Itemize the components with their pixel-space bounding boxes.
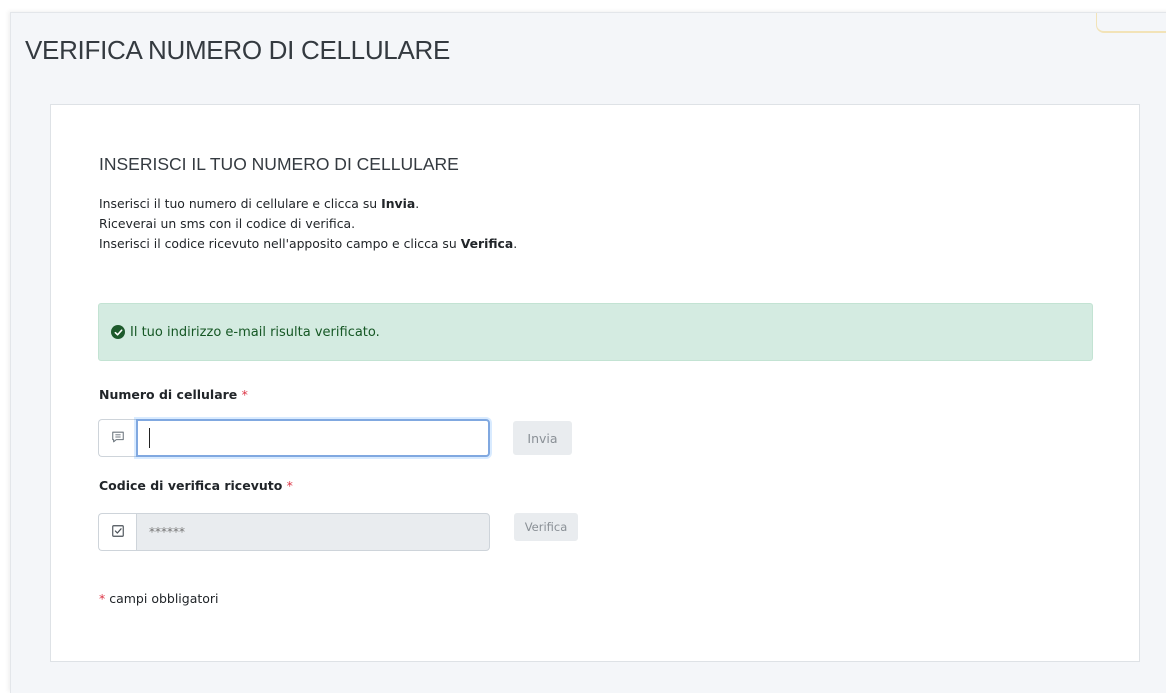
instruction-line-3: Inserisci il codice ricevuto nell'apposi… — [99, 234, 517, 254]
instruction-bold-verify: Verifica — [460, 236, 514, 251]
phone-label: Numero di cellulare * — [99, 387, 248, 402]
phone-addon — [98, 419, 136, 457]
instruction-period: . — [513, 236, 518, 251]
alert-message: Il tuo indirizzo e-mail risulta verifica… — [130, 324, 380, 340]
instruction-period: . — [415, 196, 420, 211]
instruction-text: Inserisci il tuo numero di cellulare e c… — [99, 196, 382, 211]
required-asterisk: * — [241, 387, 248, 402]
code-label: Codice di verifica ricevuto * — [99, 478, 293, 493]
instructions: Inserisci il tuo numero di cellulare e c… — [99, 194, 517, 254]
verification-card: INSERISCI IL TUO NUMERO DI CELLULARE Ins… — [50, 104, 1140, 662]
instruction-line-2: Riceverai un sms con il codice di verifi… — [99, 216, 356, 231]
code-input-group — [98, 513, 490, 551]
instruction-text: Inserisci il codice ricevuto nell'apposi… — [99, 236, 461, 251]
send-button[interactable]: Invia — [513, 421, 572, 455]
code-addon — [98, 513, 136, 551]
code-label-text: Codice di verifica ricevuto — [99, 478, 283, 493]
section-title: INSERISCI IL TUO NUMERO DI CELLULARE — [99, 154, 459, 174]
verify-button[interactable]: Verifica — [514, 513, 578, 541]
required-note-text: campi obbligatori — [105, 591, 219, 606]
phone-label-text: Numero di cellulare — [99, 387, 238, 402]
message-icon — [111, 429, 125, 448]
check-square-icon — [111, 523, 125, 542]
page-panel: VERIFICA NUMERO DI CELLULARE INSERISCI I… — [10, 12, 1166, 693]
page-title: VERIFICA NUMERO DI CELLULARE — [25, 35, 451, 65]
phone-number-input[interactable] — [136, 419, 490, 457]
check-circle-icon — [111, 325, 125, 339]
email-verified-alert: Il tuo indirizzo e-mail risulta verifica… — [98, 303, 1093, 361]
verification-code-input[interactable] — [136, 513, 490, 551]
phone-input-group — [98, 419, 490, 457]
required-asterisk: * — [286, 478, 293, 493]
top-right-widget — [1096, 13, 1166, 33]
instruction-bold-send: Invia — [381, 196, 416, 211]
text-caret — [149, 428, 150, 448]
required-fields-note: * campi obbligatori — [99, 591, 219, 606]
instruction-line-1: Inserisci il tuo numero di cellulare e c… — [99, 194, 517, 214]
